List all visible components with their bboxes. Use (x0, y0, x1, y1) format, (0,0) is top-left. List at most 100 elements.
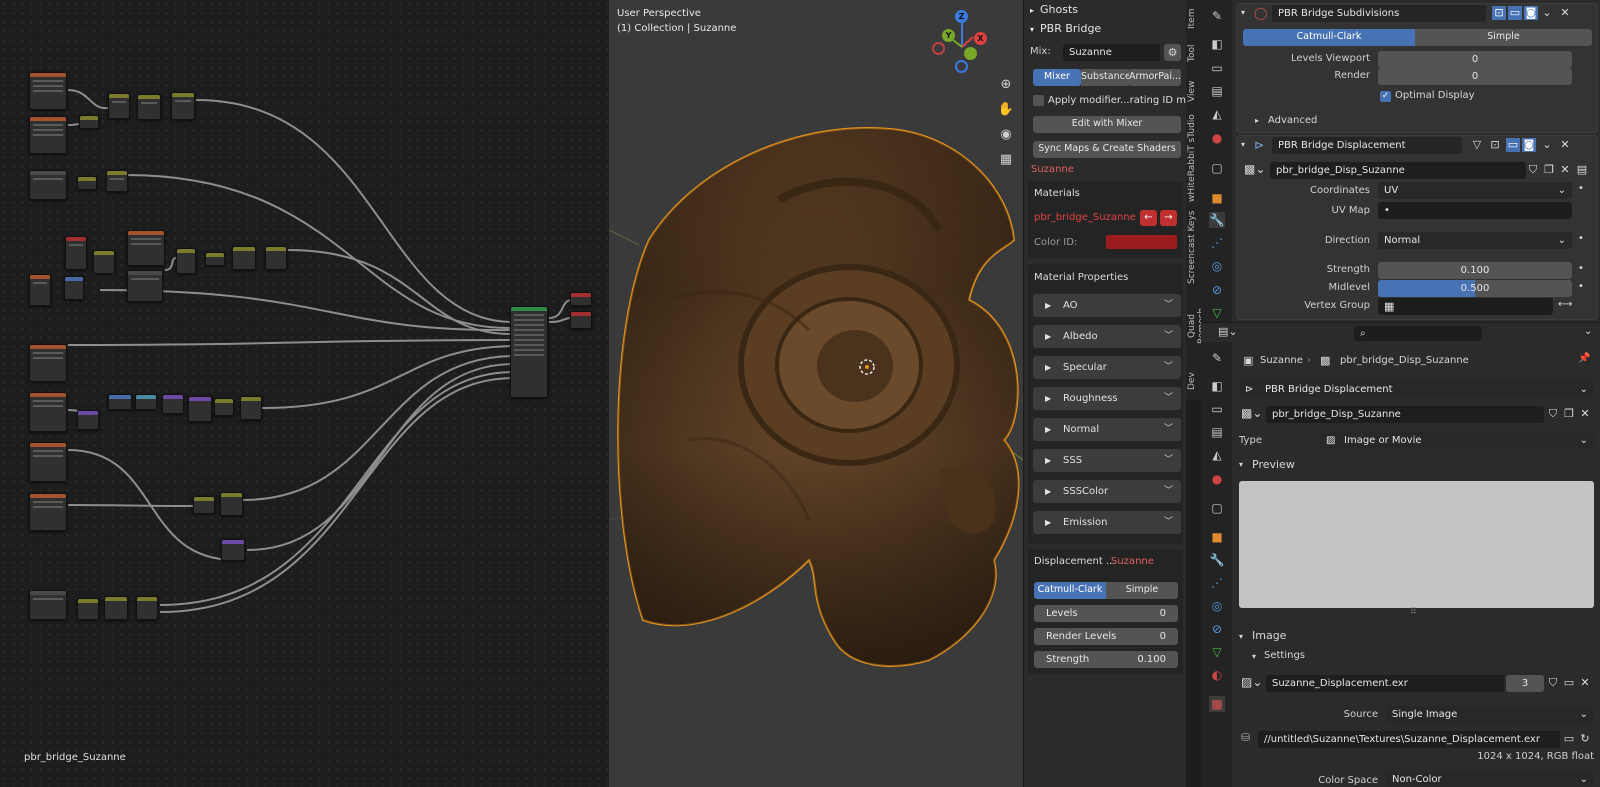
output-icon-2[interactable]: ▭ (1209, 401, 1225, 417)
node-displacement[interactable] (570, 311, 592, 329)
physics-icon[interactable]: ◎ (1209, 258, 1225, 274)
fake-user-icon-2[interactable]: ⛉ (1546, 407, 1560, 421)
physics-icon-2[interactable]: ◎ (1209, 598, 1225, 614)
node-comb[interactable] (162, 394, 184, 414)
node-image-4[interactable] (29, 392, 67, 432)
material-icon[interactable]: ◐ (1209, 667, 1225, 683)
chevron-icon[interactable]: ﹀ (1164, 449, 1173, 472)
chevron-icon[interactable]: ﹀ (1164, 387, 1173, 410)
coordinates-select[interactable]: UV ⌄ (1378, 182, 1572, 199)
data-icon[interactable]: ▽ (1209, 305, 1225, 321)
close-icon[interactable]: ✕ (1558, 6, 1572, 20)
3d-viewport[interactable]: User Perspective (1) Collection | Suzann… (609, 0, 1023, 787)
modifier-select[interactable]: ⊳ PBR Bridge Displacement ⌄ (1239, 381, 1594, 398)
tab-armorpaint[interactable]: ArmorPai... (1129, 69, 1181, 86)
chevron-icon[interactable]: ﹀ (1164, 356, 1173, 379)
node-mix-5[interactable] (205, 252, 225, 266)
optimal-display-checkbox[interactable]: ✓ (1380, 91, 1391, 102)
sync-maps-button[interactable]: Sync Maps & Create Shaders (1033, 141, 1181, 158)
tab-catmull-clark[interactable]: Catmull-Clark (1034, 582, 1106, 599)
duplicate-icon-2[interactable]: ❐ (1562, 407, 1576, 421)
dropdown-icon-2[interactable]: ⌄ (1540, 138, 1554, 152)
node-editor[interactable]: pbr_bridge_Suzanne (0, 0, 608, 787)
edit-mode-icon[interactable]: ⊡ (1492, 6, 1506, 20)
node-reroute[interactable] (79, 115, 99, 129)
arrow-right-icon[interactable]: → (1160, 210, 1177, 226)
grid-icon[interactable]: ▦ (995, 149, 1017, 171)
node-ramp-2[interactable] (265, 246, 287, 270)
view-layer-icon[interactable]: ▤ (1209, 83, 1225, 99)
arrow-left-icon[interactable]: ← (1140, 210, 1157, 226)
pin-icon[interactable]: 📌 (1578, 353, 1590, 364)
node-math-3[interactable] (232, 246, 256, 270)
tab-view[interactable]: View (1187, 76, 1202, 106)
node-mix-2[interactable] (77, 176, 97, 190)
invert-icon[interactable]: ⟷ (1558, 299, 1572, 310)
channel-roughness[interactable]: ▶ Roughness ﹀ (1033, 387, 1181, 410)
keyframe-dot-icon[interactable]: • (1578, 263, 1584, 274)
node-mix-6[interactable] (214, 398, 234, 416)
tab-catmull-clark-2[interactable]: Catmull-Clark (1243, 29, 1415, 46)
unlink-icon-2[interactable]: ✕ (1578, 407, 1592, 421)
tool-icon-2[interactable]: ✎ (1209, 350, 1225, 366)
channel-albedo[interactable]: ▶ Albedo ﹀ (1033, 325, 1181, 348)
tab-screencast-keys[interactable]: Screencast Keys (1187, 210, 1202, 285)
image-arrow-icon[interactable]: ▾ (1239, 632, 1243, 641)
keyframe-dot-icon[interactable]: • (1578, 233, 1584, 244)
zoom-icon[interactable]: ⊕ (995, 74, 1017, 96)
reload-icon[interactable]: ↻ (1578, 732, 1592, 746)
object-icon-2[interactable]: ■ (1209, 529, 1225, 545)
tab-quad-remesh[interactable]: Quad Remesh (1187, 295, 1207, 357)
channel-emission[interactable]: ▶ Emission ﹀ (1033, 511, 1181, 534)
preview-arrow-icon[interactable]: ▾ (1239, 460, 1243, 469)
node-mix-7[interactable] (193, 496, 215, 514)
preview-header[interactable]: Preview (1252, 458, 1295, 471)
editor-type-icon[interactable]: ▤⌄ (1218, 325, 1238, 338)
levels-viewport-field[interactable]: 0 (1378, 51, 1572, 68)
node-mapping-2[interactable] (77, 410, 99, 430)
breadcrumb-object[interactable]: Suzanne (1260, 355, 1303, 366)
gizmo-z-icon[interactable]: Z (955, 10, 968, 23)
channel-sss[interactable]: ▶ SSS ﹀ (1033, 449, 1181, 472)
direction-select[interactable]: Normal ⌄ (1378, 232, 1572, 249)
collection-icon[interactable]: ▢ (1209, 160, 1225, 176)
texture-icon[interactable]: ▩ (1209, 696, 1225, 712)
node-math-4[interactable] (240, 396, 262, 420)
node-normal-map[interactable] (221, 539, 245, 561)
node-ramp-3[interactable] (136, 596, 158, 620)
data-icon-2[interactable]: ▽ (1209, 644, 1225, 660)
node-math-6[interactable] (104, 596, 128, 620)
unlink-icon[interactable]: ✕ (1558, 163, 1572, 177)
tool-icon[interactable]: ✎ (1209, 8, 1225, 24)
node-math-5[interactable] (220, 492, 243, 516)
modifier-icon-2[interactable]: 🔧 (1209, 552, 1225, 568)
collapse-icon-2[interactable]: ▾ (1241, 140, 1245, 149)
uv-map-field[interactable]: • (1378, 202, 1572, 219)
scene-icon[interactable]: ◭ (1209, 106, 1225, 122)
settings-icon[interactable]: ⚙ (1164, 44, 1181, 61)
fake-user-icon-3[interactable]: ⛉ (1546, 676, 1560, 690)
node-mix-3[interactable] (93, 250, 115, 274)
color-id-swatch[interactable] (1106, 235, 1177, 249)
viewport-display-icon-2[interactable]: ▭ (1506, 138, 1520, 152)
tab-whiterabbit-studio[interactable]: wHiteRabbiT sTudio (1187, 112, 1202, 204)
chevron-icon[interactable]: ﹀ (1164, 294, 1173, 317)
settings-arrow-icon[interactable]: ▾ (1252, 652, 1256, 661)
node-group[interactable] (127, 230, 165, 266)
render-display-icon[interactable]: ◙ (1524, 6, 1538, 20)
node-bump[interactable] (188, 396, 212, 422)
apply-modifiers-checkbox[interactable] (1033, 95, 1044, 106)
tab-tool[interactable]: Tool (1187, 40, 1202, 66)
node-value[interactable] (29, 170, 67, 200)
render-icon-2[interactable]: ◧ (1209, 378, 1225, 394)
object-icon[interactable]: ■ (1209, 190, 1225, 206)
edit-mode-icon-2[interactable]: ⊡ (1488, 138, 1502, 152)
node-mix-8[interactable] (77, 598, 99, 620)
node-mix[interactable] (108, 93, 130, 119)
node-math-2[interactable] (106, 170, 128, 192)
render-display-icon-2[interactable]: ◙ (1522, 138, 1536, 152)
texture-properties-icon[interactable]: ▤ (1575, 163, 1589, 177)
pbr-bridge-header[interactable]: ▾ PBR Bridge (1030, 22, 1101, 35)
gizmo-neg-y-icon[interactable] (964, 47, 977, 60)
node-sep[interactable] (108, 394, 132, 410)
